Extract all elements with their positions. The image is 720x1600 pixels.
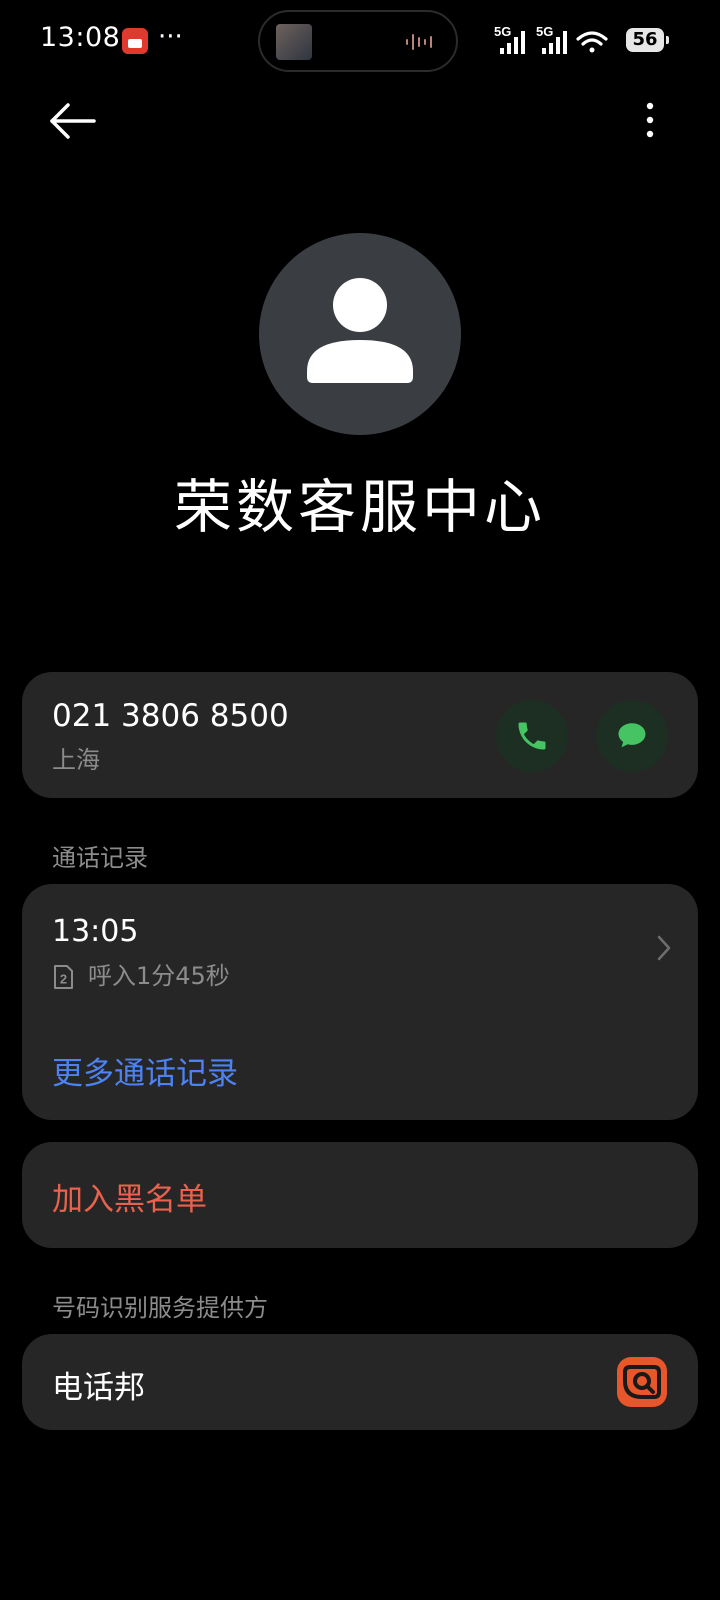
wifi-icon — [576, 31, 608, 53]
person-icon — [307, 278, 413, 383]
chevron-right-icon[interactable] — [656, 934, 672, 962]
phone-number-card[interactable]: 021 3806 8500 上海 — [22, 672, 698, 798]
dianhuabang-logo-icon — [617, 1357, 667, 1407]
audio-wave-icon — [406, 34, 432, 50]
provider-name: 电话邦 — [52, 1370, 145, 1406]
arrow-left-icon[interactable] — [44, 94, 100, 146]
status-bar: 13:08 ··· 5G 5G 56 — [0, 0, 720, 84]
message-button[interactable] — [596, 700, 668, 772]
message-icon — [618, 723, 646, 748]
more-vertical-icon[interactable] — [638, 96, 662, 144]
call-button[interactable] — [496, 700, 568, 772]
provider-section-label: 号码识别服务提供方 — [52, 1294, 268, 1322]
call-history-card: 13:05 2 呼入1分45秒 更多通话记录 — [22, 884, 698, 1120]
provider-card[interactable]: 电话邦 — [22, 1334, 698, 1430]
contact-avatar — [259, 233, 461, 435]
call-duration: 呼入1分45秒 — [88, 962, 230, 990]
sim-2-icon: 2 — [54, 965, 73, 989]
svg-text:2: 2 — [60, 972, 67, 987]
call-detail: 2 呼入1分45秒 — [52, 956, 230, 991]
top-app-bar — [0, 90, 720, 150]
dynamic-island[interactable] — [258, 10, 458, 72]
call-history-label: 通话记录 — [52, 844, 148, 872]
status-time: 13:08 — [40, 22, 121, 53]
phone-number: 021 3806 8500 — [52, 698, 289, 734]
more-call-history-link[interactable]: 更多通话记录 — [52, 1048, 238, 1093]
contact-name: 荣数客服中心 — [173, 473, 546, 541]
network-type-1: 5G — [494, 24, 511, 39]
phone-location: 上海 — [52, 746, 100, 774]
more-notifications-icon: ··· — [158, 22, 183, 52]
phone-icon — [518, 722, 546, 750]
media-thumbnail-icon — [276, 24, 312, 60]
add-to-blacklist-button[interactable]: 加入黑名单 — [22, 1142, 698, 1248]
app-notification-icon — [122, 28, 148, 54]
add-to-blacklist-label: 加入黑名单 — [52, 1182, 207, 1218]
network-type-2: 5G — [536, 24, 553, 39]
battery-indicator: 56 — [626, 28, 669, 52]
call-time: 13:05 — [52, 914, 139, 949]
